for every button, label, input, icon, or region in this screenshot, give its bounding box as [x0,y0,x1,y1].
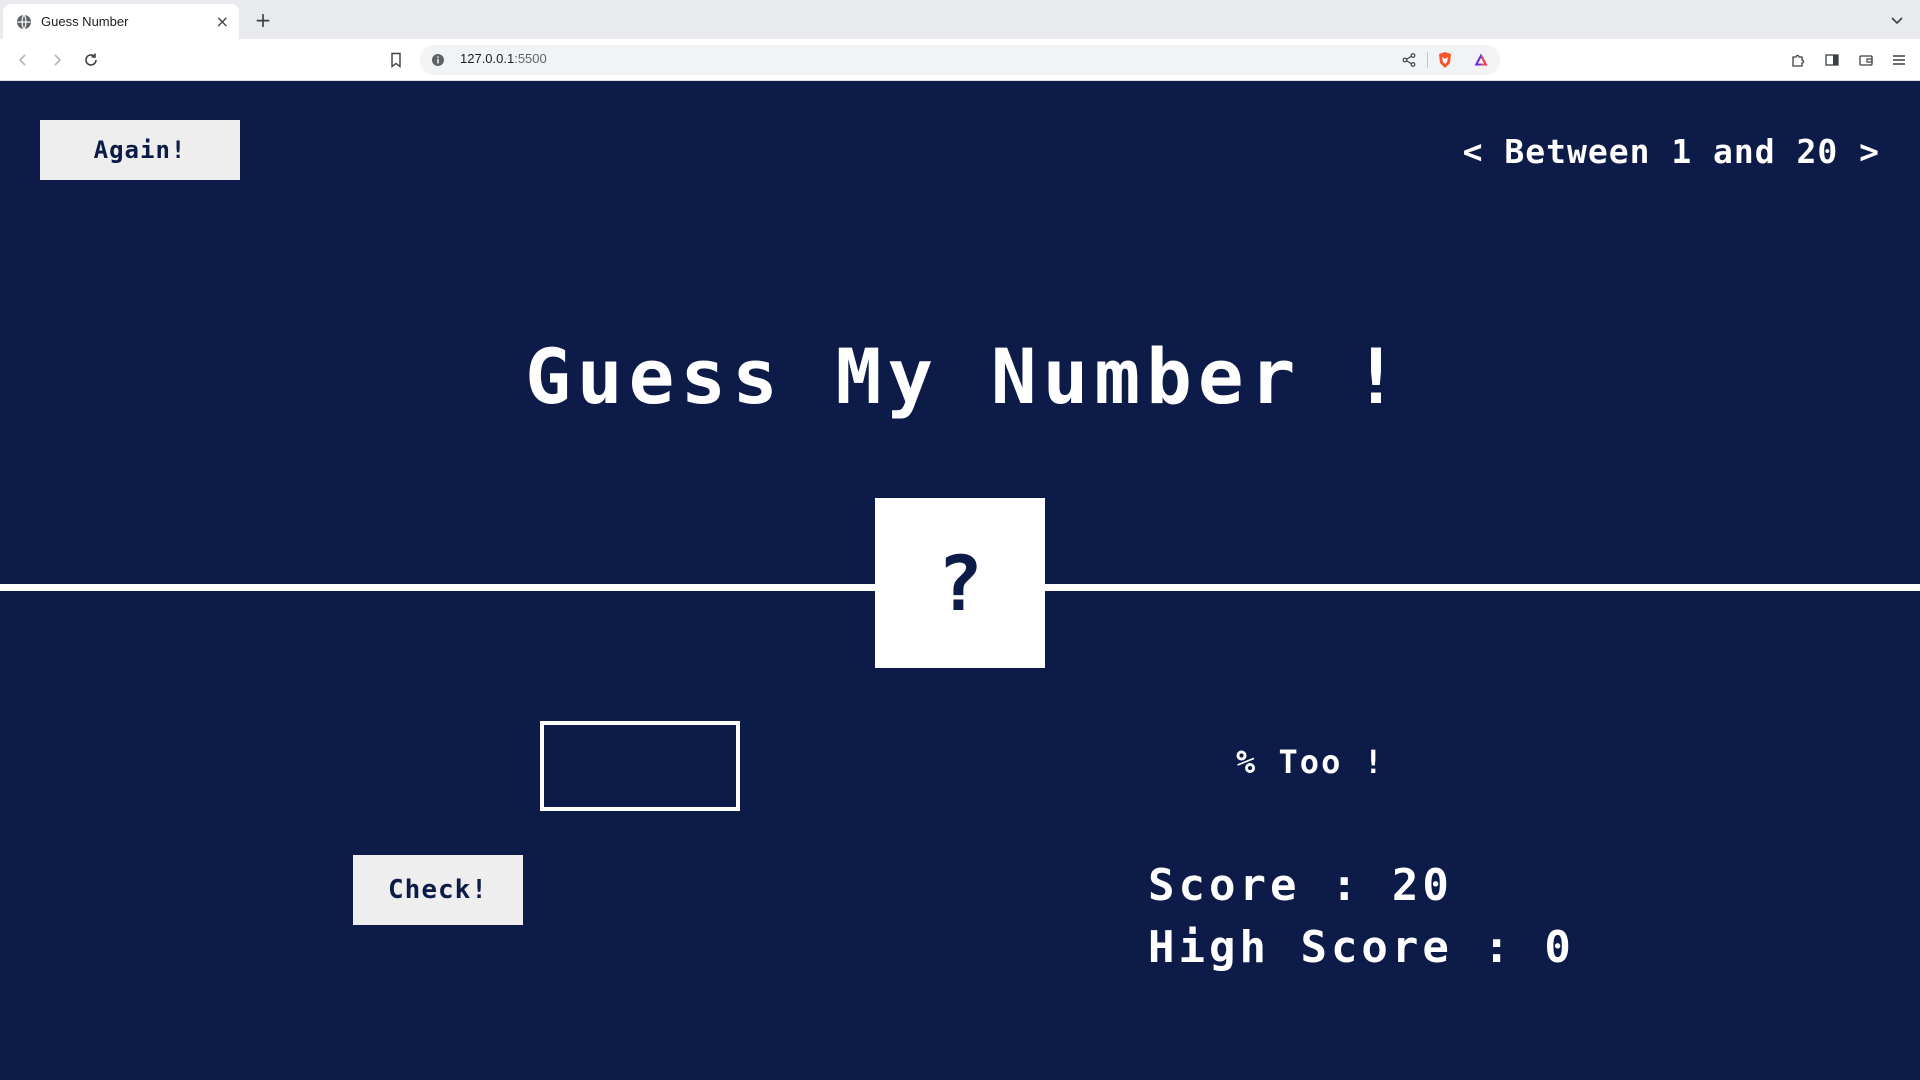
check-button[interactable]: Check! [353,855,523,925]
forward-arrow-icon[interactable] [45,48,69,72]
hamburger-menu-icon[interactable] [1887,48,1911,72]
score-value: 20 [1391,860,1453,911]
game-page: Again! < Between 1 and 20 > Guess My Num… [0,82,1920,1080]
bookmark-icon[interactable] [384,48,408,72]
back-arrow-icon[interactable] [11,48,35,72]
address-bar[interactable]: 127.0.0.1:5500 [420,45,1500,75]
browser-tab-strip: Guess Number × + [0,0,1920,39]
score-label: Score : [1148,860,1392,911]
score-line: Score : 20 [1148,860,1453,911]
close-icon[interactable]: × [216,13,229,30]
highscore-value: 0 [1544,922,1575,973]
wallet-icon[interactable] [1854,48,1878,72]
guess-message: % Too ! [1236,743,1385,781]
secret-number-box: ? [875,498,1045,668]
brave-shield-icon[interactable] [1436,51,1454,69]
range-hint: < Between 1 and 20 > [1462,132,1880,171]
brave-rewards-icon[interactable] [1472,51,1490,69]
url-port: :5500 [514,51,547,66]
page-title: Guess My Number ! [525,332,1405,421]
share-icon[interactable] [1400,51,1418,69]
new-tab-button[interactable]: + [251,8,275,32]
url-host: 127.0.0.1 [460,51,515,66]
highscore-line: High Score : 0 [1148,922,1575,973]
globe-icon [16,14,32,30]
highscore-label: High Score : [1148,922,1545,973]
tab-title: Guess Number [41,14,129,29]
guess-input[interactable] [540,721,740,811]
browser-toolbar: 127.0.0.1:5500 [0,39,1920,81]
chevron-down-icon[interactable] [1886,9,1908,31]
reload-icon[interactable] [79,48,103,72]
omnibox-separator [1427,52,1428,68]
info-icon[interactable] [430,52,446,68]
again-button[interactable]: Again! [40,120,240,180]
url-text: 127.0.0.1:5500 [460,51,547,66]
sidebar-icon[interactable] [1820,48,1844,72]
puzzle-icon[interactable] [1786,48,1810,72]
browser-tab-active[interactable]: Guess Number × [3,4,239,39]
